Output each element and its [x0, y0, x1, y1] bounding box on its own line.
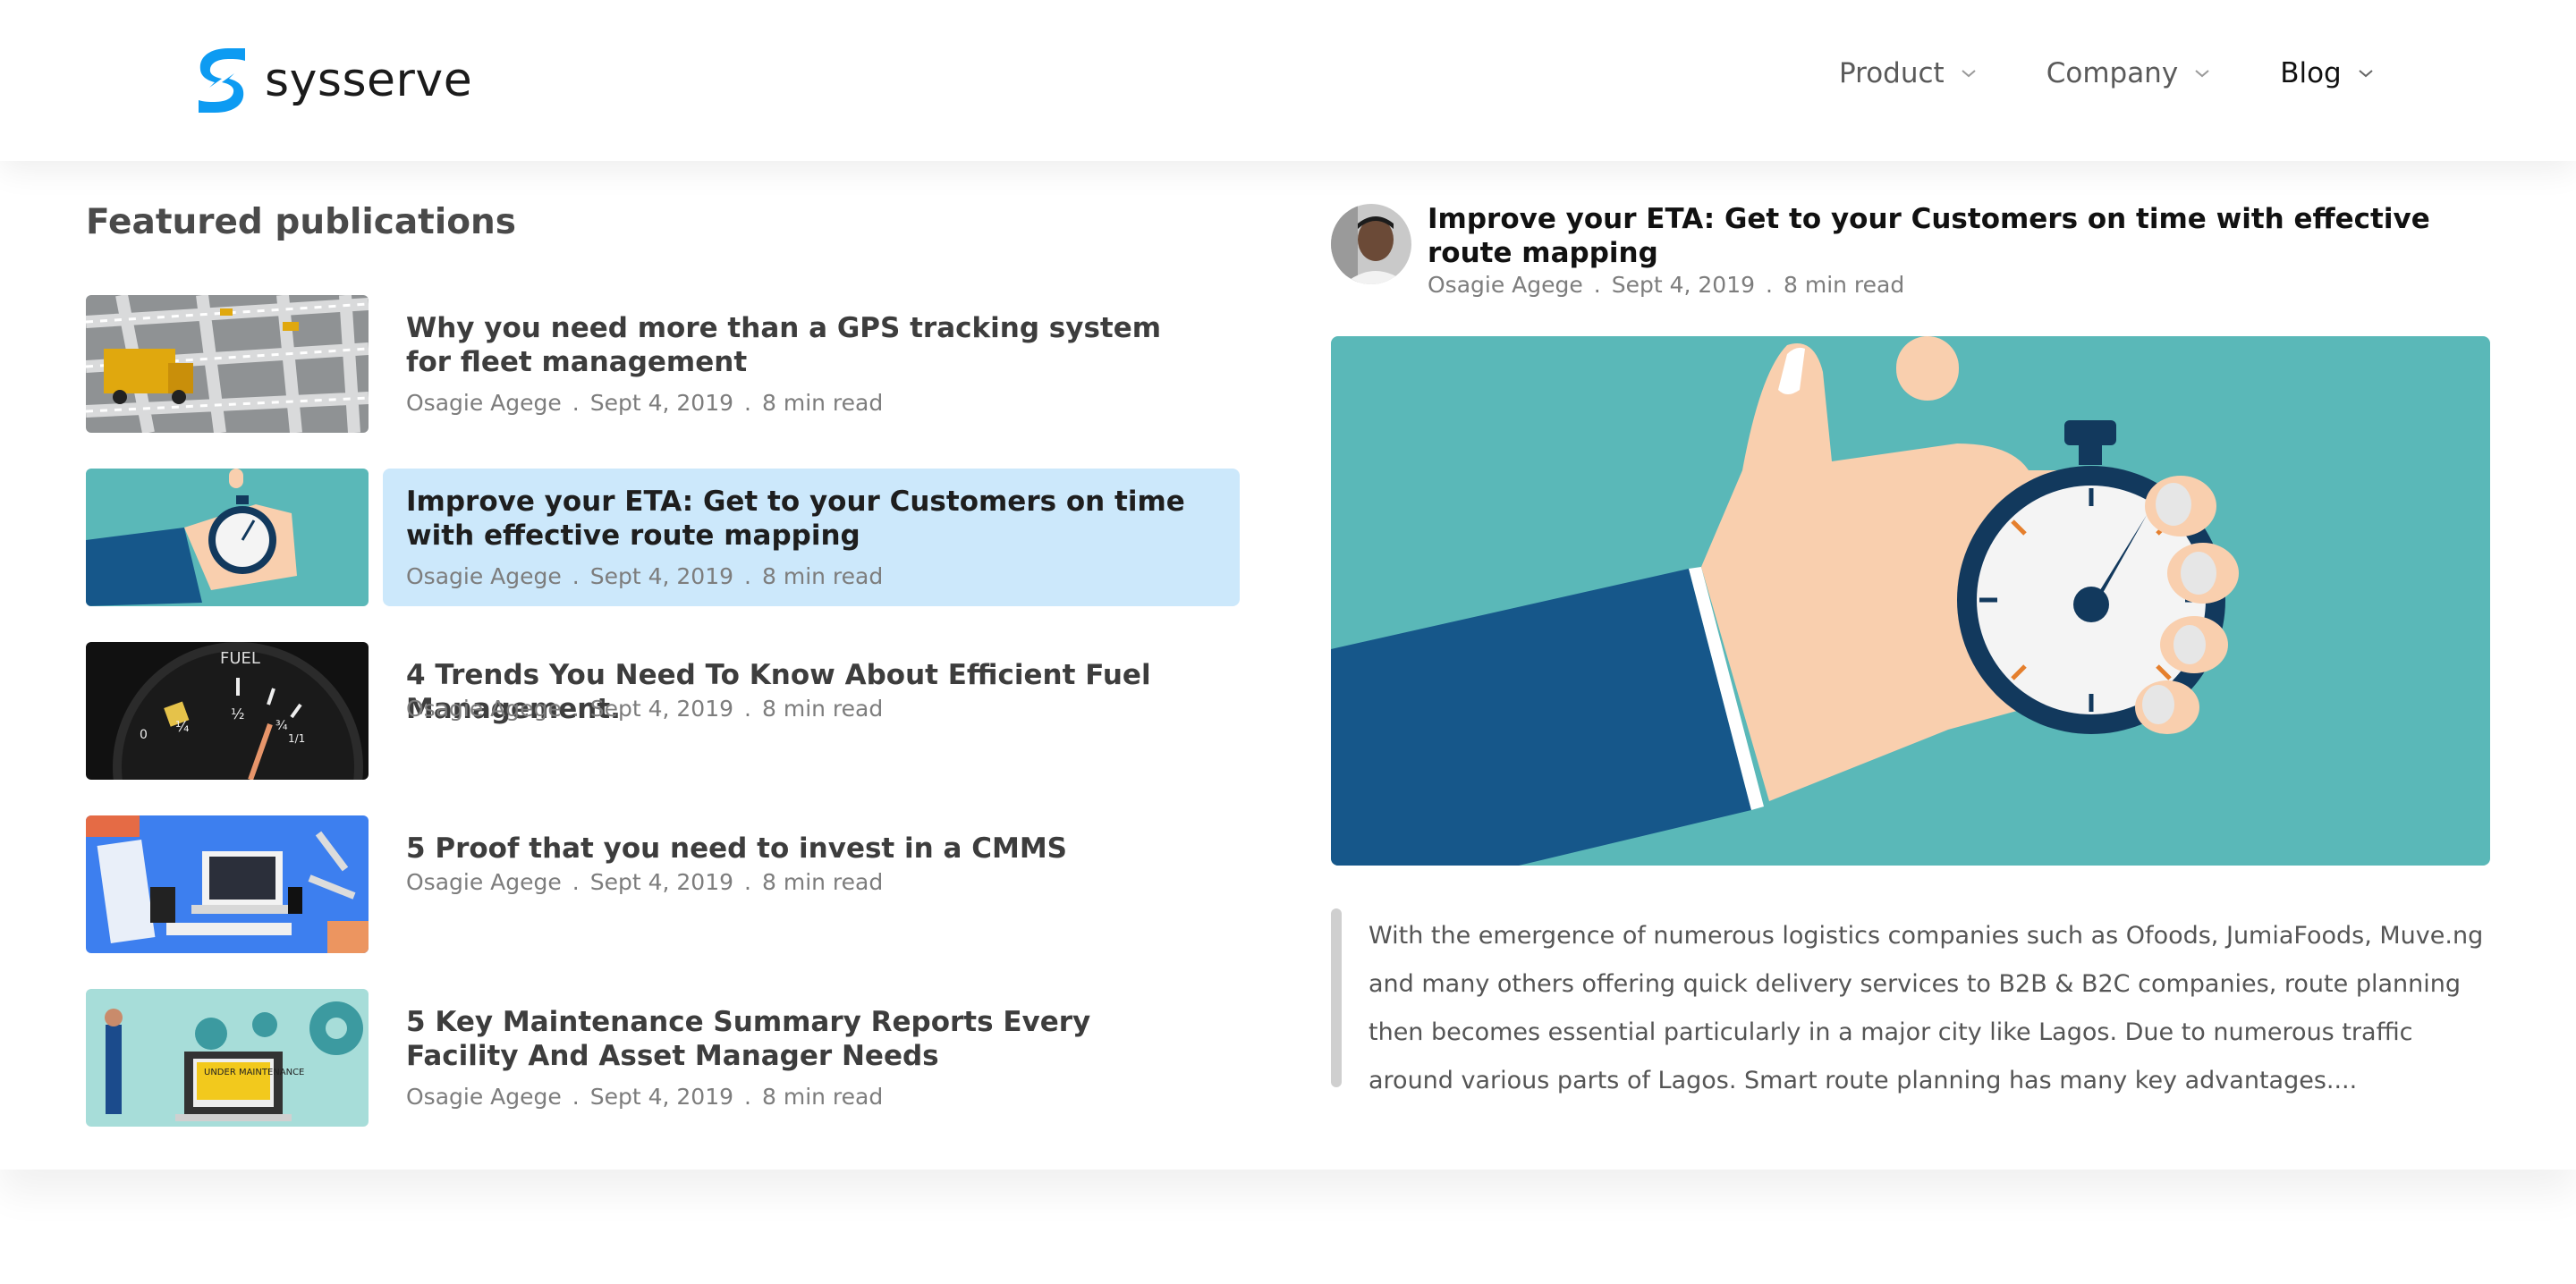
- publication-text: 5 Proof that you need to invest in a CMM…: [383, 815, 1240, 953]
- publication-author: Osagie Agege: [406, 563, 562, 589]
- stopwatch-illustration: [1331, 336, 2490, 866]
- gauge-full-label: 1/1: [288, 732, 305, 745]
- publication-meta: Osagie Agege. Sept 4, 2019. 8 min read: [406, 563, 884, 589]
- nav-product[interactable]: Product: [1839, 57, 1977, 89]
- tools-laptop-image: [86, 815, 369, 953]
- publication-read-time: 8 min read: [761, 1084, 884, 1110]
- publication-read-time: 8 min read: [761, 390, 884, 416]
- featured-article-title[interactable]: Improve your ETA: Get to your Customers …: [1428, 202, 2483, 270]
- publication-title[interactable]: 5 Key Maintenance Summary Reports Every …: [406, 1005, 1211, 1073]
- publication-meta: Osagie Agege. Sept 4, 2019. 8 min read: [406, 1084, 884, 1110]
- blog-content: Featured publications Why you need more …: [0, 161, 2576, 1170]
- publication-date: Sept 4, 2019: [589, 390, 734, 416]
- publication-author: Osagie Agege: [406, 869, 562, 895]
- featured-article-image[interactable]: [1331, 336, 2490, 866]
- gauge-empty-label: 0: [140, 728, 148, 742]
- publication-date: Sept 4, 2019: [589, 696, 734, 722]
- nav-company[interactable]: Company: [2046, 57, 2210, 89]
- gauge-half-label: ½: [231, 705, 245, 722]
- publication-author: Osagie Agege: [406, 390, 562, 416]
- publication-author: Osagie Agege: [406, 1084, 562, 1110]
- nav-blog-label: Blog: [2280, 57, 2342, 89]
- publication-text: 4 Trends You Need To Know About Efficien…: [383, 642, 1240, 780]
- featured-article-excerpt: With the emergence of numerous logistics…: [1368, 922, 2484, 1094]
- brand-name: sysserve: [265, 54, 473, 107]
- nav-company-label: Company: [2046, 57, 2179, 89]
- publication-read-time: 8 min read: [761, 563, 884, 589]
- publication-item[interactable]: Why you need more than a GPS tracking sy…: [86, 295, 1240, 433]
- publication-read-time: 8 min read: [761, 869, 884, 895]
- excerpt-quote-bar: [1331, 908, 1342, 1087]
- under-maintenance-image: UNDER MAINTENANCE: [86, 989, 369, 1127]
- stopwatch-hand-image: [86, 469, 369, 606]
- publication-author: Osagie Agege: [406, 696, 562, 722]
- publication-title[interactable]: 5 Proof that you need to invest in a CMM…: [406, 832, 1211, 866]
- chevron-down-icon: [2359, 70, 2373, 78]
- publication-item[interactable]: UNDER MAINTENANCE 5 Key Maintenance Summ…: [86, 989, 1240, 1127]
- publication-item[interactable]: FUEL ¼ ½ 0 ¾ 1/1 4 Trends You Need To Kn…: [86, 642, 1240, 780]
- chevron-down-icon: [2195, 70, 2209, 78]
- nav-blog[interactable]: Blog: [2280, 57, 2374, 89]
- truck-on-map-image: [86, 295, 369, 433]
- publication-text: Improve your ETA: Get to your Customers …: [383, 469, 1240, 606]
- publication-item[interactable]: 5 Proof that you need to invest in a CMM…: [86, 815, 1240, 953]
- featured-article-meta: Osagie Agege. Sept 4, 2019. 8 min read: [1428, 272, 1905, 298]
- publication-read-time: 8 min read: [761, 696, 884, 722]
- publication-date: Sept 4, 2019: [589, 869, 734, 895]
- gauge-three-quarter-label: ¾: [275, 719, 288, 733]
- publication-text: Why you need more than a GPS tracking sy…: [383, 295, 1240, 433]
- featured-publications-heading: Featured publications: [86, 202, 516, 242]
- publication-item[interactable]: Improve your ETA: Get to your Customers …: [86, 469, 1240, 606]
- publication-meta: Osagie Agege. Sept 4, 2019. 8 min read: [406, 869, 884, 895]
- publication-date: Sept 4, 2019: [589, 563, 734, 589]
- publication-meta: Osagie Agege. Sept 4, 2019. 8 min read: [406, 696, 884, 722]
- main-nav: Product Company Blog: [1839, 57, 2444, 89]
- brand-logo[interactable]: sysserve: [193, 45, 472, 116]
- gauge-quarter-label: ¼: [175, 718, 190, 735]
- chevron-down-icon: [1962, 70, 1976, 78]
- publication-title[interactable]: Why you need more than a GPS tracking sy…: [406, 311, 1211, 379]
- publication-text: 5 Key Maintenance Summary Reports Every …: [383, 989, 1240, 1127]
- nav-product-label: Product: [1839, 57, 1945, 89]
- featured-article-read-time: 8 min read: [1783, 272, 1905, 298]
- gauge-fuel-label: FUEL: [220, 649, 260, 668]
- author-avatar[interactable]: [1331, 204, 1411, 284]
- sysserve-logo-icon: [199, 48, 245, 113]
- publication-meta: Osagie Agege. Sept 4, 2019. 8 min read: [406, 390, 884, 416]
- featured-article-date: Sept 4, 2019: [1611, 272, 1756, 298]
- maintenance-sign-text: UNDER MAINTENANCE: [204, 1068, 304, 1077]
- featured-article-author: Osagie Agege: [1428, 272, 1583, 298]
- featured-article-header: Improve your ETA: Get to your Customers …: [1331, 161, 2494, 298]
- site-header: sysserve Product Company Blog: [0, 0, 2576, 161]
- fuel-gauge-image: FUEL ¼ ½ 0 ¾ 1/1: [86, 642, 369, 780]
- publication-date: Sept 4, 2019: [589, 1084, 734, 1110]
- publication-title[interactable]: Improve your ETA: Get to your Customers …: [406, 485, 1211, 553]
